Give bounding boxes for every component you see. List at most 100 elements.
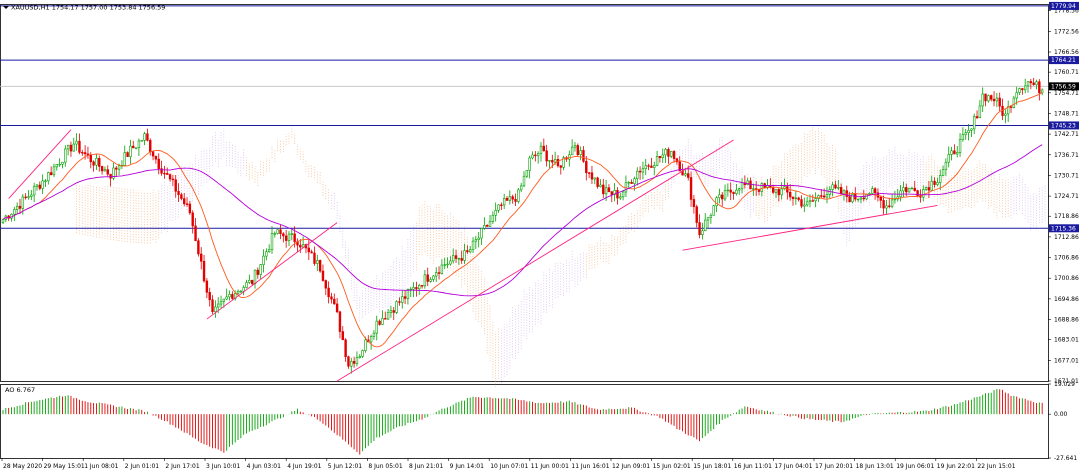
time-axis-label: 17 Jun 04:01: [774, 463, 812, 470]
price-axis-label: 1700.86: [1054, 275, 1079, 282]
candle-body: [61, 161, 64, 165]
time-axis-label: 16 Jun 11:01: [734, 463, 772, 470]
candle-body: [287, 233, 291, 241]
candle-body: [265, 251, 268, 257]
candle-body: [228, 294, 231, 298]
time-axis-label: 8 Jun 21:01: [409, 463, 443, 470]
candle-body: [253, 269, 257, 285]
candle-body: [871, 188, 874, 194]
candle-body: [352, 361, 356, 364]
price-axis-label: 1730.71: [1054, 172, 1079, 179]
candle-body: [310, 251, 313, 254]
candle-body: [242, 287, 245, 292]
candle-body: [477, 237, 480, 240]
candle-body: [1035, 81, 1038, 85]
price-axis-label: 1694.86: [1054, 296, 1079, 303]
candle-body: [117, 165, 121, 170]
candle-body: [882, 200, 885, 209]
candle-body: [106, 169, 109, 175]
candle-body: [81, 152, 84, 154]
candle-body: [1026, 81, 1030, 87]
candle-body: [222, 298, 226, 302]
candle-body: [463, 250, 466, 261]
price-axis-label: 1742.71: [1054, 131, 1079, 138]
candle-body: [64, 148, 67, 163]
time-axis-label: 2 Jun 01:01: [125, 463, 159, 470]
candle-body: [573, 145, 577, 148]
level-price-tag-text: 1779.94: [1051, 3, 1076, 10]
time-axis-label: 2 Jun 17:01: [165, 463, 199, 470]
time-axis-label: 9 Jun 14:01: [450, 463, 484, 470]
candle-body: [627, 181, 630, 184]
candle-body: [245, 282, 248, 288]
candle-body: [706, 217, 710, 221]
candle-body: [621, 191, 625, 198]
candle-body: [214, 306, 217, 312]
ao-axis-label: -27.641: [1054, 455, 1077, 462]
candle-body: [324, 280, 327, 289]
candle-body: [395, 301, 398, 313]
candle-body: [924, 187, 928, 190]
price-axis-label: 1754.71: [1054, 90, 1079, 97]
time-axis-label: 29 May 15:01: [44, 463, 85, 470]
candle-body: [435, 272, 438, 277]
candle-body: [655, 155, 659, 166]
candle-body: [961, 134, 965, 140]
candle-body: [1023, 85, 1027, 91]
current-price-tag-text: 1756.59: [1051, 83, 1076, 90]
candle-body: [803, 204, 806, 207]
trading-chart-window[interactable]: 1778.56 1772.56 1766.56 1760.71 1754.71 1748.…: [0, 0, 1080, 474]
candle-body: [30, 194, 33, 197]
candle-body: [429, 279, 432, 282]
candle-body: [1032, 82, 1035, 85]
candle-body: [811, 200, 815, 202]
candle-body: [446, 263, 449, 266]
candle-body: [180, 194, 183, 199]
candle-body: [519, 185, 523, 191]
candle-body: [381, 318, 384, 325]
candle-body: [401, 296, 404, 303]
candle-body: [723, 190, 727, 200]
candle-body: [330, 296, 333, 300]
time-axis-label: 1 Jun 08:01: [84, 463, 118, 470]
candle-body: [709, 214, 713, 218]
candle-body: [780, 188, 783, 196]
candle-body: [704, 219, 707, 232]
candle-body: [290, 233, 294, 235]
candle-body: [752, 188, 755, 190]
candle-body: [321, 270, 325, 281]
candle-body: [998, 97, 1001, 107]
candle-body: [788, 191, 792, 198]
candle-body: [576, 145, 579, 156]
candle-body: [777, 189, 781, 196]
price-axis-label: 1748.71: [1054, 110, 1079, 117]
candle-body: [1018, 88, 1021, 93]
candle-body: [664, 149, 667, 156]
candle-body: [24, 196, 27, 199]
chart-canvas[interactable]: 1778.561772.561766.561760.711754.711748.…: [0, 0, 1080, 474]
candle-body: [647, 165, 650, 167]
candle-body: [922, 189, 925, 198]
candle-body: [205, 280, 209, 293]
time-axis-label: 17 Jun 20:01: [815, 463, 853, 470]
candle-body: [151, 151, 155, 157]
candle-body: [939, 175, 942, 183]
candle-body: [154, 155, 158, 160]
candle-body: [13, 209, 16, 215]
candle-body: [185, 203, 189, 205]
candle-body: [587, 172, 591, 174]
candle-body: [610, 191, 613, 195]
candle-body: [944, 161, 948, 170]
candle-body: [990, 95, 993, 100]
triangle-down-icon[interactable]: [3, 6, 9, 9]
candle-body: [132, 145, 135, 149]
candle-body: [797, 197, 800, 200]
candle-body: [350, 361, 353, 367]
ao-axis-label: 0.00: [1054, 411, 1068, 418]
candle-body: [454, 255, 458, 259]
candle-body: [143, 133, 146, 141]
candle-body: [276, 229, 279, 234]
time-axis-label: 10 Jun 07:01: [490, 463, 528, 470]
time-axis-label: 22 Jun 15:01: [977, 463, 1015, 470]
candle-body: [913, 187, 916, 191]
